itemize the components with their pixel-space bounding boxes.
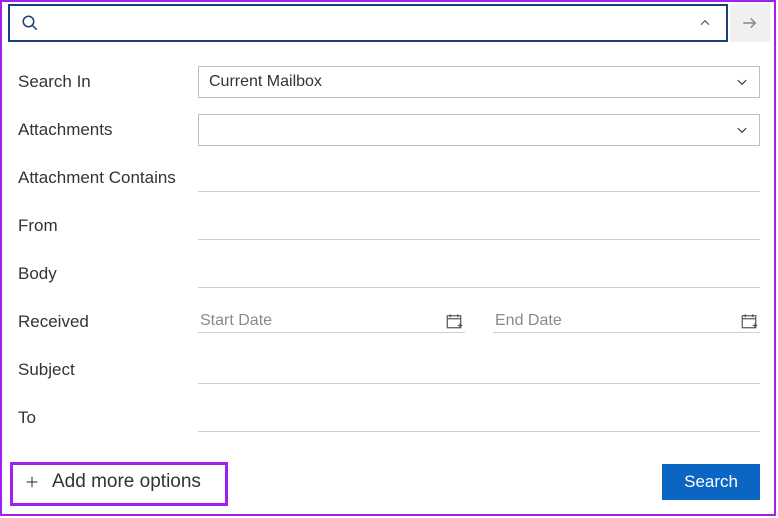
received-label: Received xyxy=(18,312,198,332)
to-input[interactable] xyxy=(198,405,760,432)
search-in-label: Search In xyxy=(18,72,198,92)
background-peek xyxy=(770,150,778,200)
received-start-date[interactable]: Start Date xyxy=(198,312,465,333)
from-label: From xyxy=(18,216,198,236)
chevron-down-icon xyxy=(735,75,749,89)
received-end-date[interactable]: End Date xyxy=(493,312,760,333)
search-bar[interactable] xyxy=(8,4,728,42)
body-input[interactable] xyxy=(198,261,760,288)
advanced-search-form: Search In Current Mailbox Attachments At… xyxy=(18,58,760,442)
end-date-placeholder: End Date xyxy=(495,312,562,330)
add-more-options-button[interactable]: Add more options xyxy=(14,465,211,499)
search-in-select[interactable]: Current Mailbox xyxy=(198,66,760,98)
calendar-icon xyxy=(740,312,758,330)
subject-label: Subject xyxy=(18,360,198,380)
attachments-select[interactable] xyxy=(198,114,760,146)
calendar-icon xyxy=(445,312,463,330)
add-more-label: Add more options xyxy=(52,471,201,493)
to-label: To xyxy=(18,408,198,428)
search-in-value: Current Mailbox xyxy=(209,73,322,91)
chevron-down-icon xyxy=(735,123,749,137)
start-date-placeholder: Start Date xyxy=(200,312,272,330)
plus-icon xyxy=(24,474,40,490)
search-icon xyxy=(16,14,44,32)
search-button[interactable]: Search xyxy=(662,464,760,500)
from-input[interactable] xyxy=(198,213,760,240)
attachment-contains-label: Attachment Contains xyxy=(18,168,198,188)
body-label: Body xyxy=(18,264,198,284)
attachments-label: Attachments xyxy=(18,120,198,140)
submit-search-button[interactable] xyxy=(730,4,770,42)
collapse-icon[interactable] xyxy=(690,16,720,30)
subject-input[interactable] xyxy=(198,357,760,384)
search-input[interactable] xyxy=(44,10,690,36)
attachment-contains-input[interactable] xyxy=(198,165,760,192)
